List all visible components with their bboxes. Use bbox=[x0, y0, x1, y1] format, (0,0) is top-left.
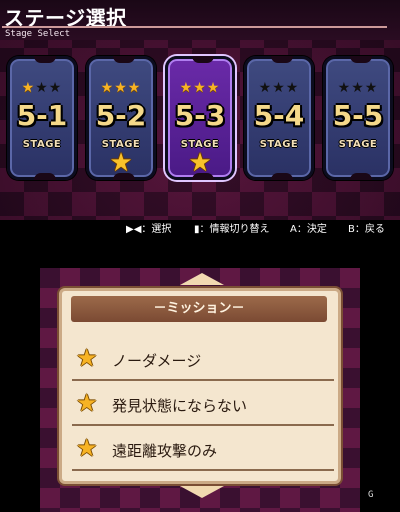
card-notch-bottom bbox=[271, 173, 293, 180]
star-empty-icon: ★ bbox=[35, 80, 49, 96]
mission-header: －ミッション－ bbox=[71, 296, 327, 322]
stage-rating: ★★★ bbox=[326, 81, 390, 95]
card-notch-top bbox=[34, 56, 56, 63]
stage-rating: ★★★ bbox=[89, 81, 153, 95]
stage-number: 5-1 bbox=[16, 99, 68, 132]
star-icon: ★ bbox=[206, 80, 221, 96]
hint-select: ▶◀：選択 bbox=[126, 224, 172, 235]
stage-rating: ★★★ bbox=[10, 81, 74, 95]
stage-card-5-1[interactable]: ★★★ 5-1 STAGE bbox=[7, 56, 77, 180]
star-icon: ★ bbox=[21, 80, 36, 96]
mission-text: 遠距離攻撃のみ bbox=[112, 442, 218, 460]
star-icon: ★ bbox=[127, 80, 142, 96]
title-bar: ステージ選択 Stage Select bbox=[0, 0, 400, 40]
stage-card-5-5[interactable]: ★★★ 5-5 STAGE bbox=[323, 56, 393, 180]
card-notch-top bbox=[192, 56, 214, 63]
star-empty-icon: ★ bbox=[285, 80, 300, 96]
mission-text: 発見状態にならない bbox=[112, 397, 248, 415]
star-icon: ★ bbox=[100, 80, 115, 96]
stage-card-5-3[interactable]: ★★★ 5-3 STAGE ★ bbox=[165, 56, 235, 180]
hint-back: B：戻る bbox=[348, 224, 385, 235]
stage-label: STAGE bbox=[338, 139, 378, 150]
stage-card-5-2[interactable]: ★★★ 5-2 STAGE ★ bbox=[86, 56, 156, 180]
scroll-up-icon[interactable] bbox=[180, 273, 224, 285]
mission-item: ★ ノーダメージ bbox=[72, 341, 334, 381]
star-empty-icon: ★ bbox=[351, 80, 365, 96]
card-notch-bottom bbox=[350, 173, 372, 180]
stage-rating: ★★★ bbox=[168, 81, 232, 95]
divider bbox=[72, 379, 334, 381]
stage-number: 5-2 bbox=[95, 99, 147, 132]
stage-number: 5-3 bbox=[174, 99, 226, 132]
card-notch-bottom bbox=[113, 173, 135, 180]
page-subtitle: Stage Select bbox=[5, 29, 71, 39]
top-screen: ステージ選択 Stage Select ★★★ 5-1 STAGE ★★★ 5-… bbox=[0, 0, 400, 220]
control-hints: ▶◀：選択 ▮：情報切り替え A：決定 B：戻る bbox=[0, 220, 400, 240]
mission-item: ★ 遠距離攻撃のみ bbox=[72, 431, 334, 471]
hint-info-toggle: ▮：情報切り替え bbox=[194, 224, 270, 235]
mission-panel: －ミッション－ ★ ノーダメージ ★ 発見状態にならない ★ 遠距離攻撃のみ bbox=[59, 288, 341, 484]
stage-label: STAGE bbox=[22, 139, 62, 150]
stage-card-list: ★★★ 5-1 STAGE ★★★ 5-2 STAGE ★ ★★★ 5-3 ST… bbox=[0, 56, 400, 184]
card-notch-top bbox=[271, 56, 293, 63]
star-empty-icon: ★ bbox=[258, 80, 273, 96]
star-empty-icon: ★ bbox=[337, 80, 352, 96]
star-icon: ★ bbox=[76, 434, 98, 462]
watermark-logo: G bbox=[368, 490, 374, 500]
hint-confirm: A：決定 bbox=[290, 224, 327, 235]
star-empty-icon: ★ bbox=[48, 80, 63, 96]
card-notch-bottom bbox=[34, 173, 56, 180]
card-notch-bottom bbox=[192, 173, 214, 180]
star-icon: ★ bbox=[76, 389, 98, 417]
divider bbox=[72, 469, 334, 471]
mission-item: ★ 発見状態にならない bbox=[72, 386, 334, 426]
divider bbox=[72, 424, 334, 426]
star-empty-icon: ★ bbox=[272, 80, 286, 96]
title-divider bbox=[2, 26, 387, 28]
card-notch-top bbox=[350, 56, 372, 63]
star-empty-icon: ★ bbox=[364, 80, 379, 96]
mission-text: ノーダメージ bbox=[112, 352, 202, 370]
stage-card-5-4[interactable]: ★★★ 5-4 STAGE bbox=[244, 56, 314, 180]
star-icon: ★ bbox=[114, 80, 128, 96]
stage-number: 5-5 bbox=[332, 99, 384, 132]
stage-label: STAGE bbox=[259, 139, 299, 150]
star-icon: ★ bbox=[193, 80, 207, 96]
star-icon: ★ bbox=[179, 80, 194, 96]
star-icon: ★ bbox=[76, 344, 98, 372]
card-notch-top bbox=[113, 56, 135, 63]
scroll-down-icon[interactable] bbox=[180, 486, 224, 498]
stage-rating: ★★★ bbox=[247, 81, 311, 95]
stage-number: 5-4 bbox=[253, 99, 305, 132]
